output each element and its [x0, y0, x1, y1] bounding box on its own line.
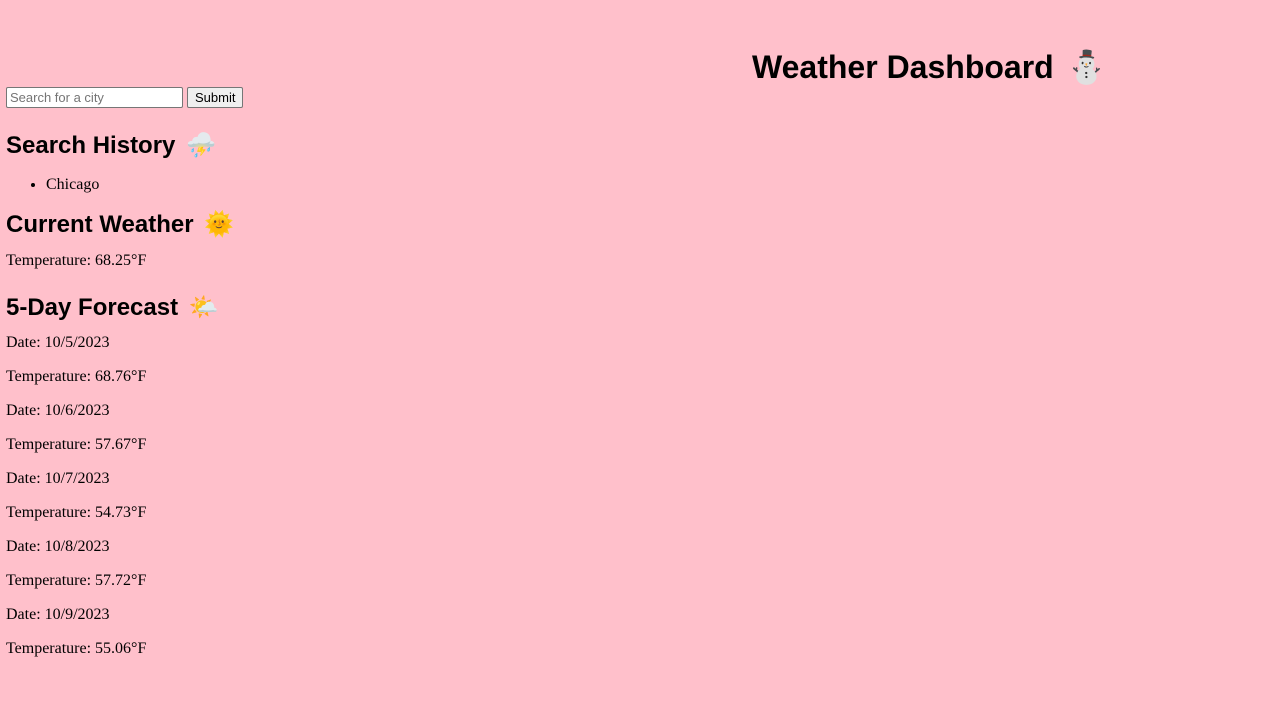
forecast-date: Date: 10/5/2023 — [6, 334, 110, 351]
search-history-heading-text: Search History — [6, 132, 176, 159]
sun-icon: 🌞 — [204, 211, 235, 238]
forecast-list: Date: 10/5/2023 Temperature: 68.76°F Dat… — [6, 330, 606, 670]
forecast-temperature: Temperature: 68.76°F — [6, 368, 147, 385]
forecast-date: Date: 10/6/2023 — [6, 402, 110, 419]
forecast-temperature: Temperature: 57.67°F — [6, 436, 147, 453]
forecast-date: Date: 10/7/2023 — [6, 470, 110, 487]
submit-button[interactable]: Submit — [187, 87, 244, 108]
search-form: Submit — [6, 87, 244, 108]
main-content: Search History ⛈️ Chicago Current Weathe… — [6, 127, 606, 670]
forecast-heading: 5-Day Forecast 🌤️ — [6, 289, 606, 327]
page-title: Weather Dashboard ⛄ — [752, 47, 1106, 87]
current-weather-heading-text: Current Weather — [6, 211, 194, 238]
current-weather-heading: Current Weather 🌞 — [6, 206, 606, 244]
forecast-date: Date: 10/8/2023 — [6, 538, 110, 555]
history-item-chicago[interactable]: Chicago — [46, 170, 606, 199]
snowman-icon: ⛄ — [1066, 49, 1107, 85]
search-history-section: Search History ⛈️ Chicago — [6, 127, 606, 199]
forecast-temperature: Temperature: 54.73°F — [6, 504, 147, 521]
forecast-temperature: Temperature: 57.72°F — [6, 572, 147, 589]
forecast-heading-text: 5-Day Forecast — [6, 294, 179, 321]
forecast-section: 5-Day Forecast 🌤️ Date: 10/5/2023 Temper… — [6, 289, 606, 670]
thunderstorm-icon: ⛈️ — [186, 132, 216, 159]
forecast-temperature: Temperature: 55.06°F — [6, 640, 147, 657]
sun-behind-cloud-icon: 🌤️ — [188, 294, 219, 321]
page-title-text: Weather Dashboard — [752, 49, 1054, 85]
forecast-date: Date: 10/9/2023 — [6, 606, 110, 623]
current-temperature: Temperature: 68.25°F — [6, 252, 147, 269]
search-history-list: Chicago — [6, 170, 606, 199]
search-history-heading: Search History ⛈️ — [6, 127, 606, 165]
current-weather-section: Current Weather 🌞 Temperature: 68.25°F — [6, 206, 606, 274]
search-input[interactable] — [6, 87, 183, 108]
